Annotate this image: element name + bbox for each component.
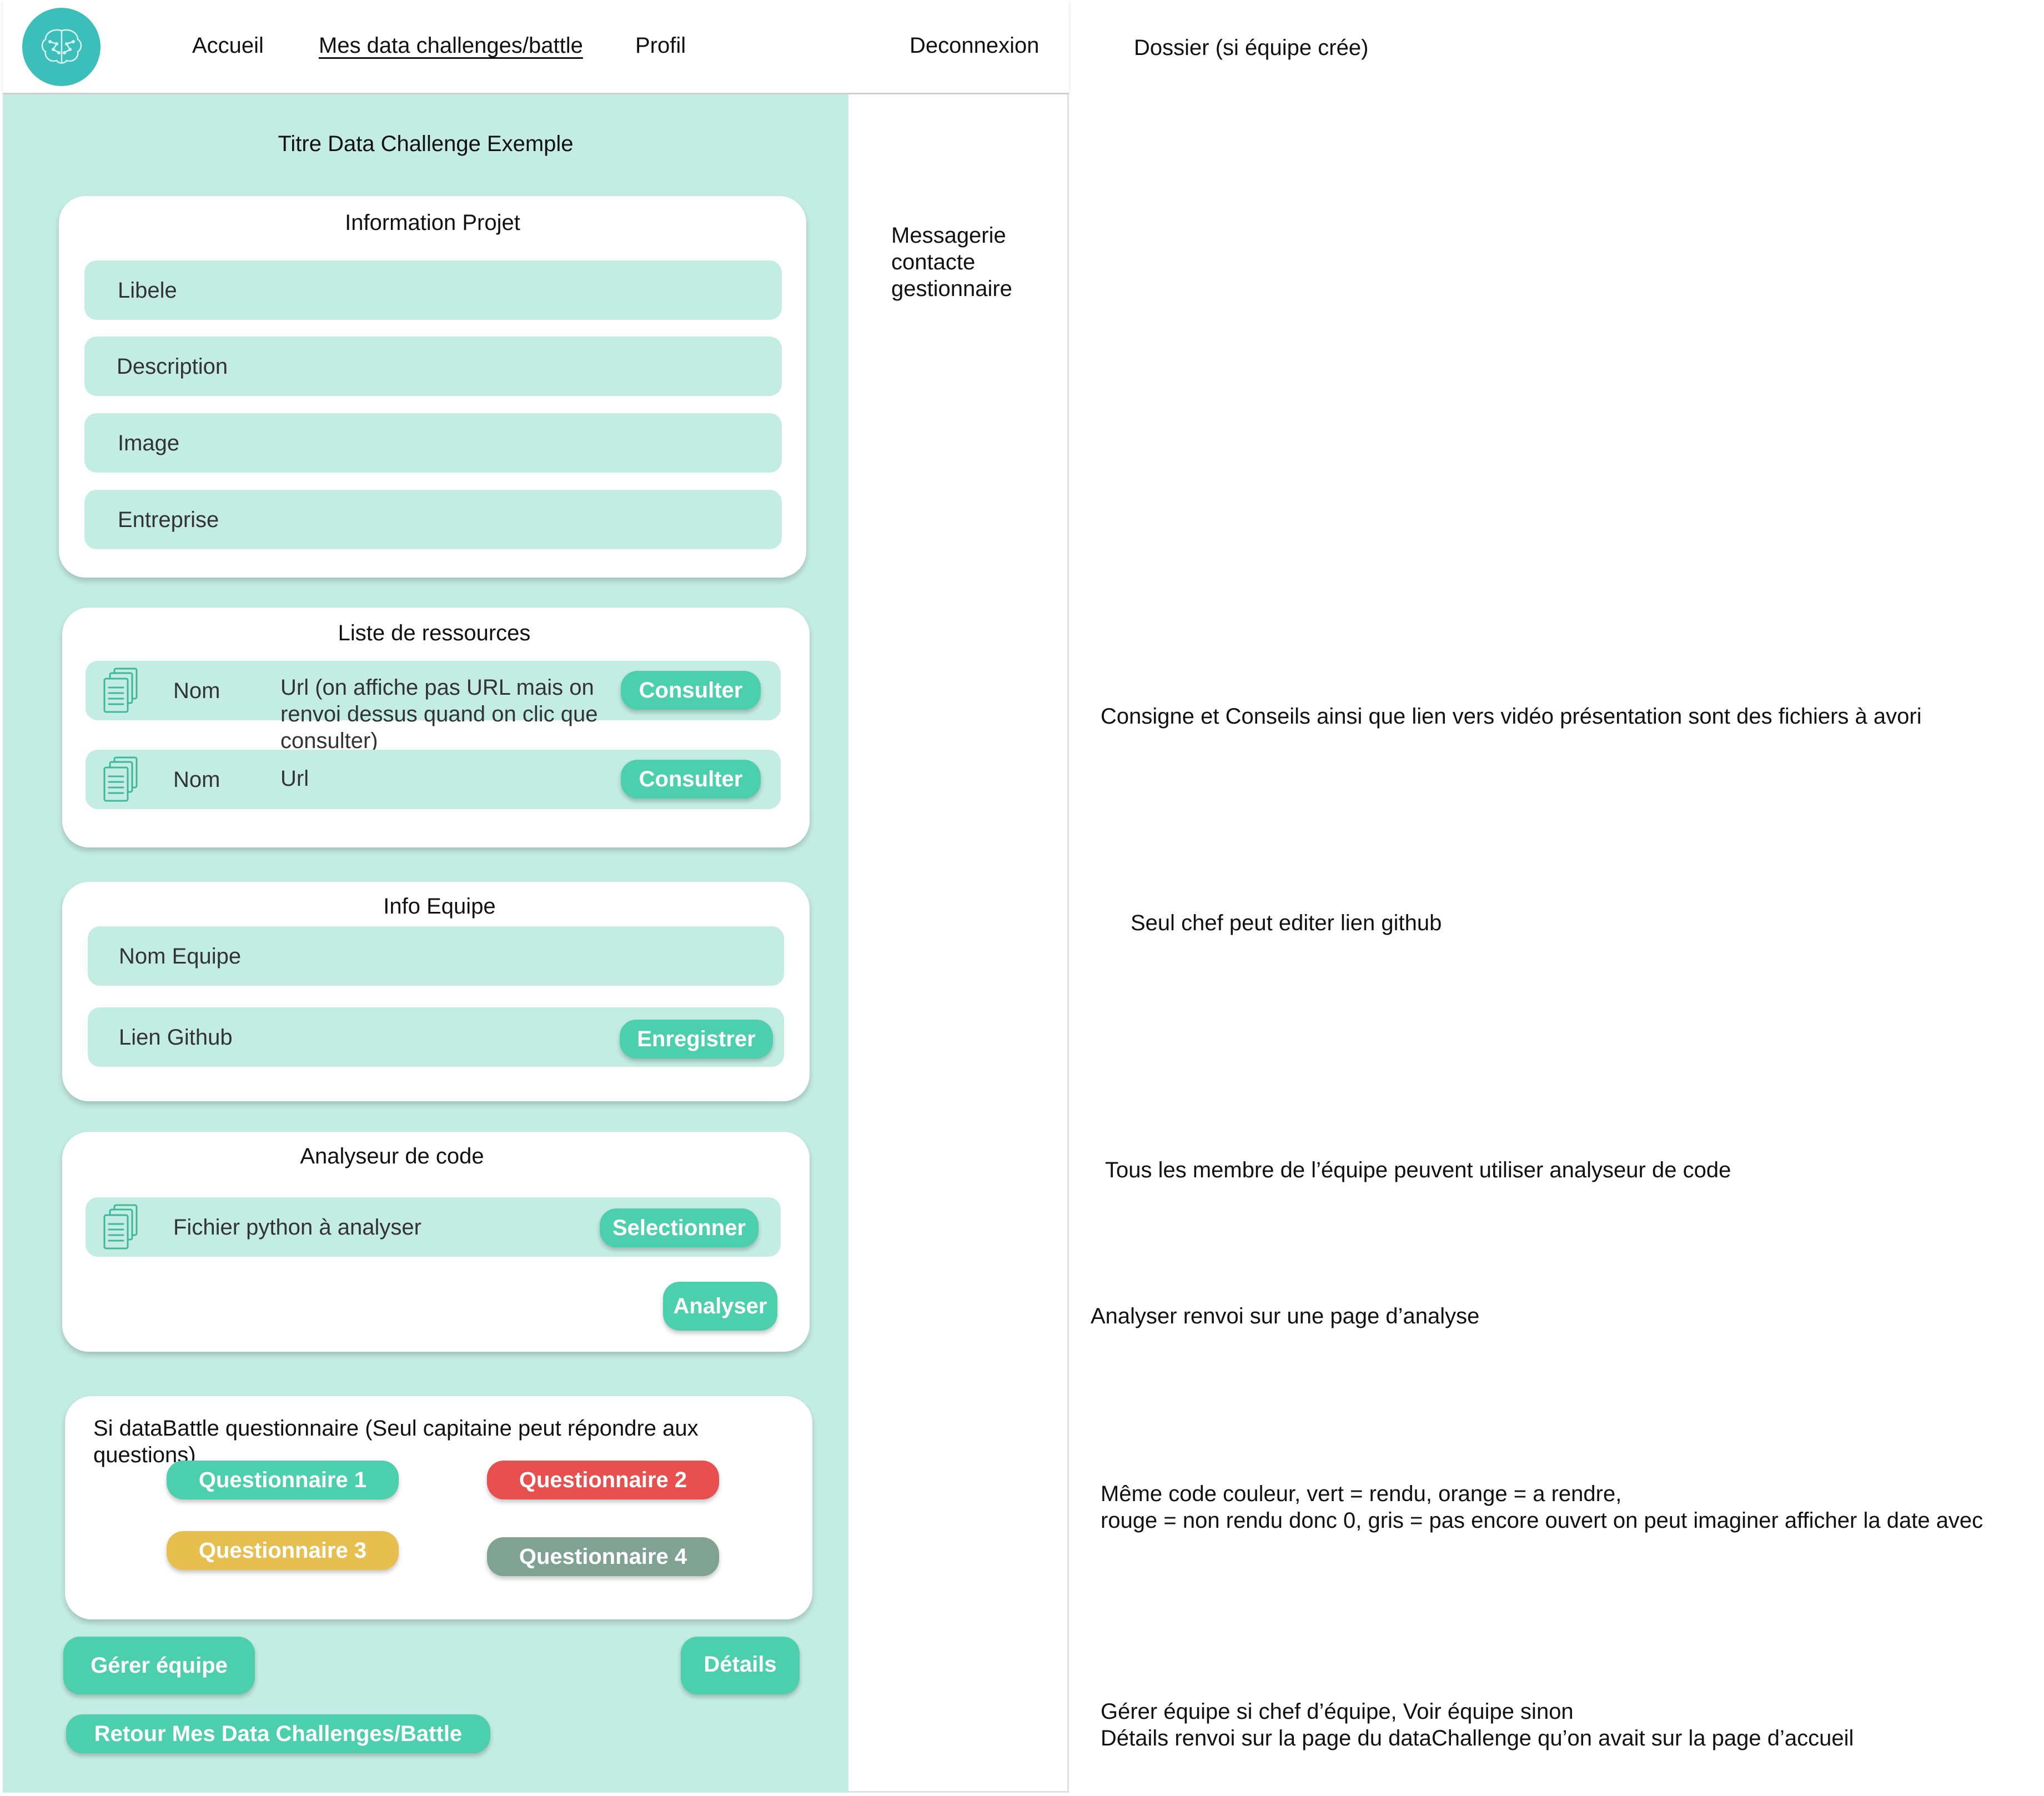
nav-link-profil[interactable]: Profil (635, 32, 686, 59)
quiz-card: Si dataBattle questionnaire (Seul capita… (65, 1396, 812, 1619)
quiz-4-button[interactable]: Questionnaire 4 (487, 1537, 719, 1576)
team-info-card: Info Equipe Nom Equipe Lien Github Enreg… (62, 882, 810, 1101)
team-info-title: Info Equipe (383, 894, 496, 919)
annotation-folder: Dossier (si équipe crée) (1134, 36, 1369, 60)
quiz-3-button[interactable]: Questionnaire 3 (167, 1531, 399, 1570)
annotation-resources: Consigne et Conseils ainsi que lien vers… (1101, 704, 1922, 729)
annotation-actions: Gérer équipe si chef d’équipe, Voir équi… (1101, 1699, 1854, 1750)
annotation-analyze: Analyser renvoi sur une page d’analyse (1091, 1304, 1480, 1328)
annotation-github: Seul chef peut editer lien github (1131, 911, 1442, 935)
manage-team-button[interactable]: Gérer équipe (63, 1637, 255, 1694)
app-logo[interactable] (22, 8, 101, 86)
save-github-button[interactable]: Enregistrer (620, 1020, 773, 1058)
nav-link-mes-data-challenges[interactable]: Mes data challenges/battle (319, 32, 583, 59)
resource-url: Url (280, 766, 309, 791)
nav-link-accueil[interactable]: Accueil (192, 32, 264, 59)
field-label: Description (117, 354, 228, 379)
page-title: Titre Data Challenge Exemple (278, 132, 574, 156)
team-name-field[interactable]: Nom Equipe (88, 926, 784, 986)
messaging-link[interactable]: Messagerie contacte gestionnaire (891, 222, 1012, 302)
project-info-title: Information Projet (345, 210, 520, 235)
field-image[interactable]: Image (84, 413, 782, 473)
resources-card: Liste de ressources Nom Url (on affiche … (62, 608, 810, 847)
field-description[interactable]: Description (84, 337, 782, 396)
code-analyzer-card: Analyseur de code Fichier python à analy… (62, 1132, 810, 1352)
document-stack-icon (103, 756, 138, 802)
details-button[interactable]: Détails (681, 1637, 800, 1694)
resource-name: Nom (173, 767, 220, 792)
analyze-button[interactable]: Analyser (663, 1282, 777, 1331)
python-file-label: Fichier python à analyser (173, 1215, 421, 1240)
annotation-analyzer: Tous les membre de l’équipe peuvent util… (1105, 1158, 1731, 1182)
field-label: Entreprise (118, 508, 219, 532)
document-stack-icon (103, 668, 138, 713)
resource-name: Nom (173, 679, 220, 703)
field-label: Nom Equipe (119, 944, 242, 969)
document-stack-icon (103, 1204, 138, 1250)
brain-icon (41, 29, 82, 64)
resource-url: Url (on affiche pas URL mais on renvoi d… (280, 675, 598, 753)
select-file-button[interactable]: Selectionner (600, 1208, 759, 1247)
consult-button[interactable]: Consulter (621, 671, 761, 710)
field-label: Libele (118, 278, 177, 303)
field-label: Lien Github (119, 1025, 233, 1050)
side-panel (848, 94, 1069, 1793)
logout-link[interactable]: Deconnexion (910, 32, 1039, 59)
code-analyzer-title: Analyseur de code (300, 1144, 484, 1168)
project-info-card: Information Projet Libele Description Im… (59, 196, 806, 578)
consult-button[interactable]: Consulter (621, 760, 761, 799)
field-libele[interactable]: Libele (84, 260, 782, 320)
quiz-1-button[interactable]: Questionnaire 1 (167, 1461, 399, 1499)
field-label: Image (118, 431, 180, 455)
quiz-2-button[interactable]: Questionnaire 2 (487, 1461, 719, 1499)
field-entreprise[interactable]: Entreprise (84, 490, 782, 549)
resources-title: Liste de ressources (338, 621, 531, 645)
back-button[interactable]: Retour Mes Data Challenges/Battle (66, 1714, 490, 1753)
annotation-colors: Même code couleur, vert = rendu, orange … (1101, 1482, 1983, 1533)
